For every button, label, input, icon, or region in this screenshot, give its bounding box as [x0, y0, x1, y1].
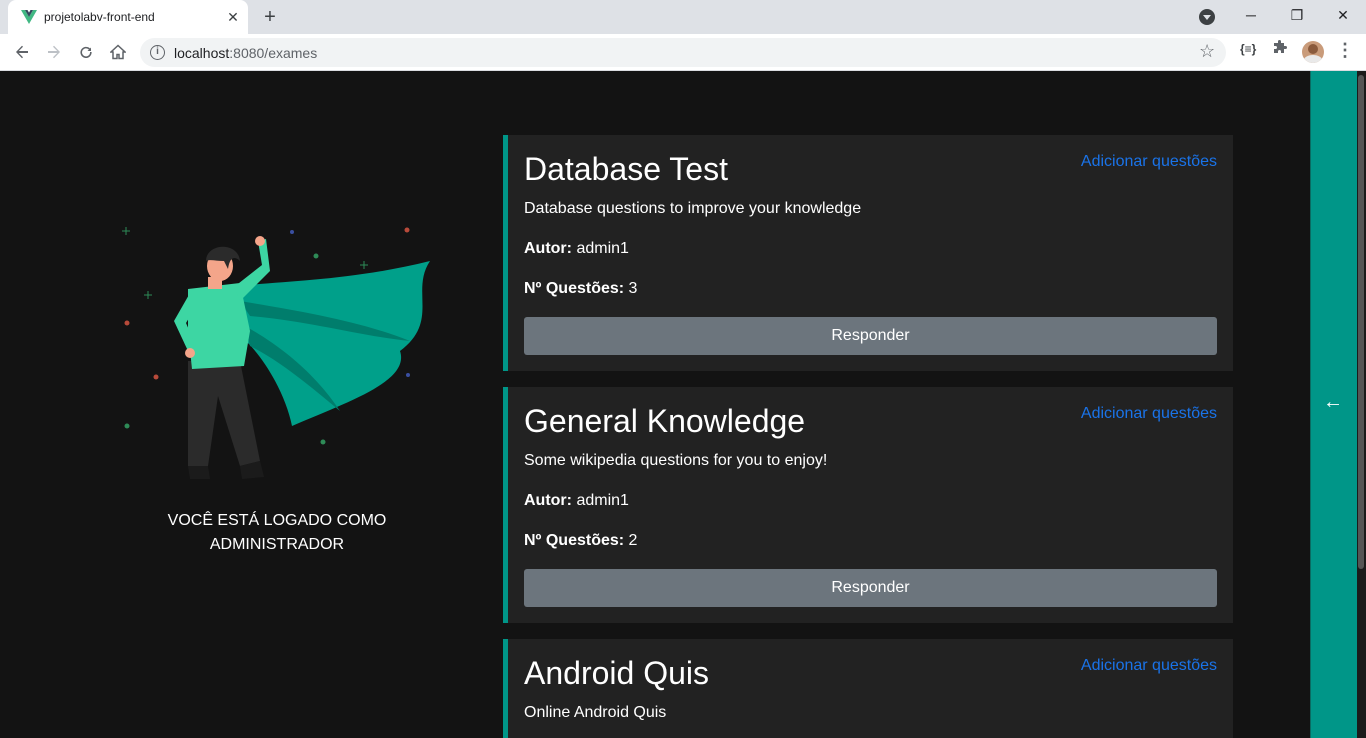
- exam-card: Android Quis Adicionar questões Online A…: [503, 639, 1233, 738]
- profile-avatar[interactable]: [1302, 41, 1324, 63]
- exam-author: Autor: admin1: [524, 492, 629, 510]
- browser-menu-icon[interactable]: ⋮: [1336, 40, 1354, 61]
- home-icon[interactable]: [104, 38, 132, 66]
- exam-question-count: Nº Questões: 2: [524, 532, 637, 550]
- exam-description: Online Android Quis: [524, 704, 667, 721]
- arrow-left-icon: ←: [1323, 391, 1343, 413]
- exam-author: Autor: admin1: [524, 240, 629, 258]
- count-value: 3: [628, 280, 638, 297]
- url-host: localhost: [174, 45, 230, 61]
- count-label: Nº Questões:: [524, 532, 625, 549]
- tab-title: projetolabv-front-end: [44, 10, 155, 24]
- browser-tabbar: projetolabv-front-end ✕ + ─ ❐ ✕: [0, 0, 1366, 34]
- new-tab-button[interactable]: +: [259, 6, 281, 28]
- author-label: Autor:: [524, 492, 572, 509]
- author-value: admin1: [576, 240, 629, 257]
- superhero-illustration: [122, 227, 430, 479]
- vue-logo-icon: [21, 10, 37, 24]
- author-label: Autor:: [524, 240, 572, 257]
- site-info-icon[interactable]: i: [150, 45, 165, 60]
- add-questions-link[interactable]: Adicionar questões: [1081, 657, 1217, 675]
- reload-icon[interactable]: [72, 38, 100, 66]
- minimize-button[interactable]: ─: [1228, 0, 1274, 30]
- answer-button[interactable]: Responder: [524, 317, 1217, 355]
- exam-description: Database questions to improve your knowl…: [524, 200, 862, 217]
- url-path: :8080/exames: [229, 45, 318, 61]
- browser-toolbar: i localhost:8080/exames ☆ {≡} ⋮: [0, 34, 1366, 71]
- sidebar-toggle-button[interactable]: ←: [1310, 71, 1357, 738]
- login-status-caption: VOCÊ ESTÁ LOGADO COMO ADMINISTRADOR: [167, 512, 387, 553]
- page-content: VOCÊ ESTÁ LOGADO COMO ADMINISTRADOR Data…: [0, 71, 1366, 738]
- scrollbar-thumb[interactable]: [1358, 75, 1364, 569]
- browser-tab[interactable]: projetolabv-front-end ✕: [8, 0, 248, 34]
- close-window-button[interactable]: ✕: [1320, 0, 1366, 30]
- address-bar[interactable]: i localhost:8080/exames ☆: [140, 38, 1226, 67]
- author-value: admin1: [576, 492, 629, 509]
- exam-card: Database Test Adicionar questões Databas…: [503, 135, 1233, 371]
- exam-card: General Knowledge Adicionar questões Som…: [503, 387, 1233, 623]
- answer-button[interactable]: Responder: [524, 569, 1217, 607]
- back-icon[interactable]: [8, 38, 36, 66]
- restore-button[interactable]: ❐: [1274, 0, 1320, 30]
- tab-close-icon[interactable]: ✕: [224, 8, 242, 26]
- page-scrollbar[interactable]: [1357, 71, 1366, 738]
- exam-question-count: Nº Questões: 3: [524, 280, 637, 298]
- url-text: localhost:8080/exames: [174, 45, 317, 61]
- tab-search-icon[interactable]: [1199, 9, 1215, 25]
- json-extension-icon[interactable]: {≡}: [1240, 42, 1256, 56]
- forward-icon[interactable]: [40, 38, 68, 66]
- exam-title: General Knowledge: [524, 403, 806, 439]
- exam-title: Android Quis: [524, 655, 709, 691]
- count-label: Nº Questões:: [524, 280, 625, 297]
- bookmark-star-icon[interactable]: ☆: [1199, 41, 1215, 62]
- exam-title: Database Test: [524, 151, 728, 187]
- exam-description: Some wikipedia questions for you to enjo…: [524, 452, 828, 469]
- extensions-puzzle-icon[interactable]: [1272, 40, 1288, 60]
- count-value: 2: [628, 532, 638, 549]
- add-questions-link[interactable]: Adicionar questões: [1081, 405, 1217, 423]
- add-questions-link[interactable]: Adicionar questões: [1081, 153, 1217, 171]
